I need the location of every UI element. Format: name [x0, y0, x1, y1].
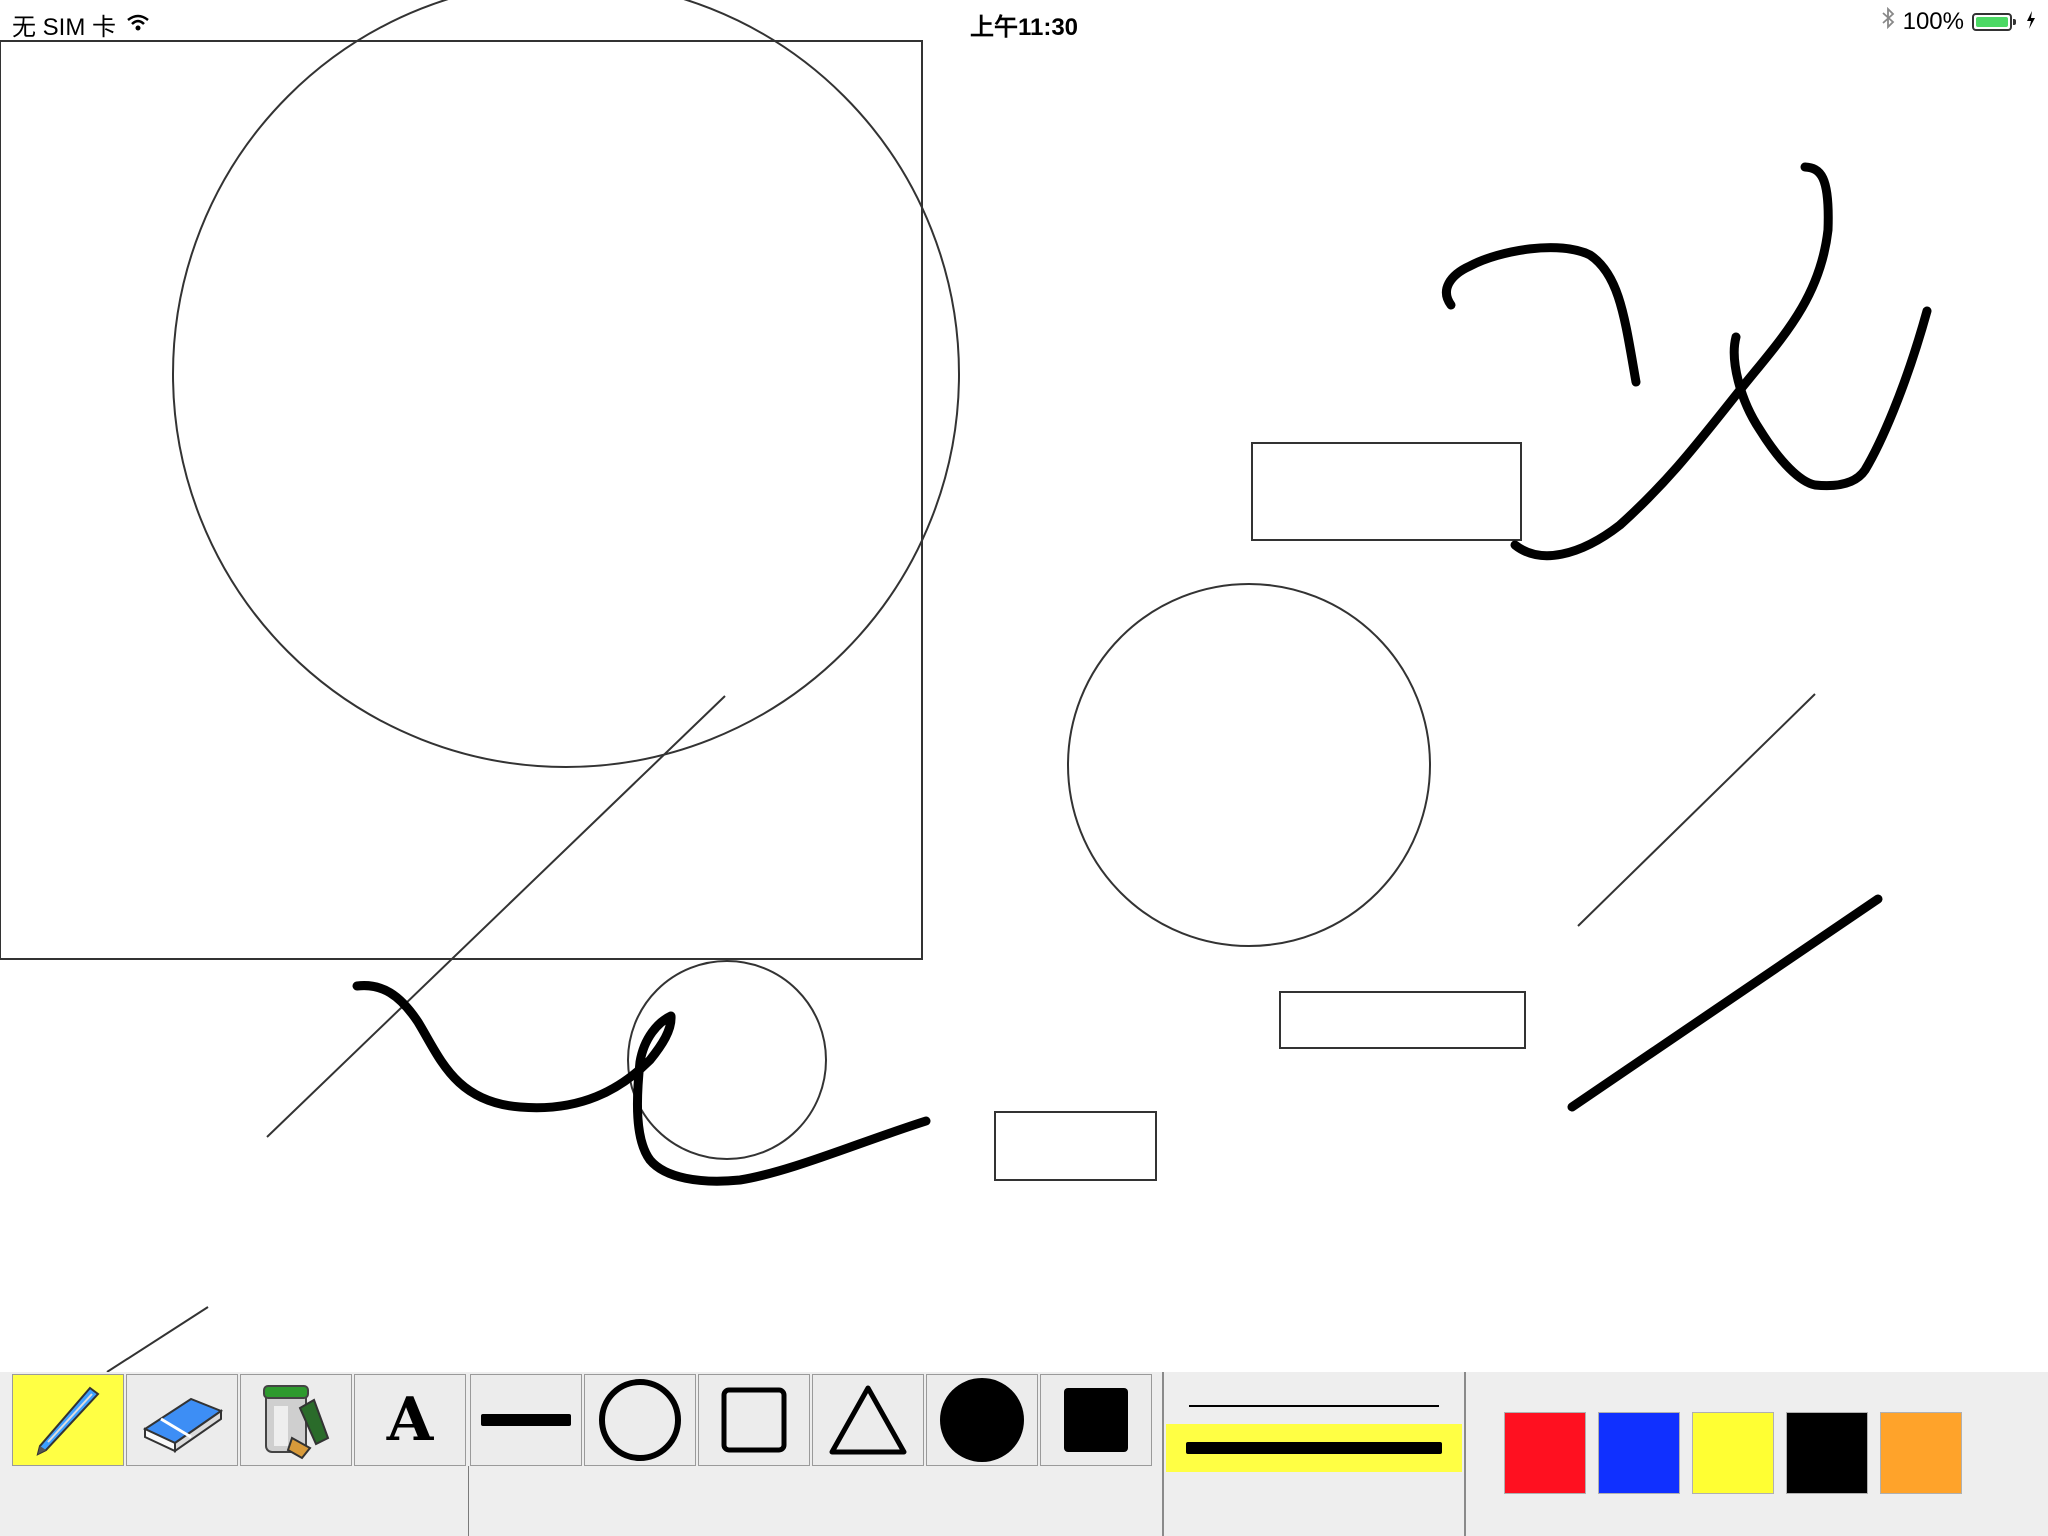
freehand-stroke: [1729, 306, 1932, 491]
drawn-circle: [627, 960, 827, 1160]
freehand-stroke: [1442, 243, 1641, 387]
color-swatch-blue[interactable]: [1598, 1412, 1680, 1494]
circle-tool-icon: [599, 1379, 681, 1461]
color-swatch-yellow[interactable]: [1692, 1412, 1774, 1494]
toolbar-separator: [1464, 1372, 1466, 1536]
filled-circle-tool-icon: [940, 1378, 1024, 1462]
drawn-line: [266, 695, 726, 1138]
tool-text[interactable]: A: [354, 1374, 466, 1466]
line-width-thick[interactable]: [1166, 1424, 1462, 1472]
tool-pencil[interactable]: [12, 1374, 124, 1466]
rectangle-tool-icon: [721, 1387, 787, 1453]
eraser-icon: [142, 1397, 224, 1453]
drawing-canvas[interactable]: [0, 0, 2048, 1372]
line-width-thin[interactable]: [1166, 1382, 1462, 1430]
pencil-icon: [36, 1386, 100, 1456]
bottom-toolbar: A: [0, 1372, 2048, 1536]
thin-line-icon: [1189, 1405, 1439, 1407]
drawn-circle: [172, 0, 960, 768]
drawn-rectangle: [1251, 442, 1522, 541]
drawn-line: [106, 1306, 209, 1372]
tool-rectangle[interactable]: [698, 1374, 810, 1466]
text-tool-icon: A: [386, 1385, 434, 1455]
tool-filled-circle[interactable]: [926, 1374, 1038, 1466]
toolbar-divider: [468, 1466, 469, 1536]
tool-paint-bucket[interactable]: [240, 1374, 352, 1466]
tool-line[interactable]: [470, 1374, 582, 1466]
drawn-line: [1577, 693, 1816, 927]
color-swatch-black[interactable]: [1786, 1412, 1868, 1494]
triangle-tool-icon: [829, 1385, 907, 1455]
color-swatch-red[interactable]: [1504, 1412, 1586, 1494]
drawn-circle: [1067, 583, 1431, 947]
freehand-stroke: [1510, 162, 1833, 561]
drawn-rectangle: [0, 40, 923, 960]
drawn-rectangle: [1279, 991, 1526, 1049]
paint-bucket-icon: [263, 1385, 330, 1460]
toolbar-separator: [1162, 1372, 1164, 1536]
drawn-rectangle: [994, 1111, 1157, 1181]
freehand-stroke: [352, 981, 931, 1186]
freehand-stroke: [1567, 894, 1883, 1112]
thick-line-icon: [1186, 1442, 1442, 1454]
filled-square-tool-icon: [1064, 1388, 1128, 1452]
tool-filled-square[interactable]: [1040, 1374, 1152, 1466]
tool-circle[interactable]: [584, 1374, 696, 1466]
color-swatch-orange[interactable]: [1880, 1412, 1962, 1494]
line-tool-icon: [481, 1414, 571, 1426]
tool-eraser[interactable]: [126, 1374, 238, 1466]
tool-triangle[interactable]: [812, 1374, 924, 1466]
